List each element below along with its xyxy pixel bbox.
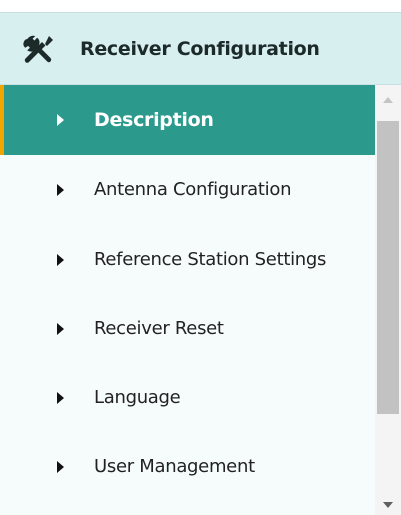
- menu-item-receiver-reset[interactable]: Receiver Reset: [0, 294, 375, 364]
- caret-right-icon: [57, 254, 64, 266]
- vertical-scrollbar[interactable]: [375, 85, 401, 515]
- menu-item-label: Reference Station Settings: [94, 249, 327, 270]
- scroll-down-arrow-icon[interactable]: [383, 502, 393, 508]
- menu-item-reference-station-settings[interactable]: Reference Station Settings: [0, 225, 375, 295]
- menu-item-antenna-configuration[interactable]: Antenna Configuration: [0, 155, 375, 225]
- panel-title: Receiver Configuration: [80, 38, 320, 60]
- menu-item-label: Receiver Reset: [94, 318, 224, 339]
- menu-item-label: Language: [94, 387, 181, 408]
- menu-item-label: Antenna Configuration: [94, 179, 292, 200]
- panel-header[interactable]: Receiver Configuration: [0, 12, 401, 85]
- caret-right-icon: [57, 184, 64, 196]
- scroll-up-arrow-icon[interactable]: [383, 97, 393, 103]
- menu-item-label: User Management: [94, 456, 255, 477]
- scrollbar-thumb[interactable]: [377, 121, 399, 414]
- menu-item-description[interactable]: Description: [0, 85, 375, 155]
- tools-icon: [20, 33, 56, 67]
- receiver-configuration-panel: Receiver Configuration Description Anten…: [0, 0, 401, 515]
- menu-item-label: Description: [94, 109, 214, 131]
- caret-right-icon: [57, 323, 64, 335]
- menu-item-language[interactable]: Language: [0, 363, 375, 433]
- caret-right-icon: [57, 114, 64, 126]
- menu-list: Description Antenna Configuration Refere…: [0, 85, 375, 515]
- caret-right-icon: [57, 392, 64, 404]
- caret-right-icon: [57, 461, 64, 473]
- menu-item-user-management[interactable]: User Management: [0, 432, 375, 502]
